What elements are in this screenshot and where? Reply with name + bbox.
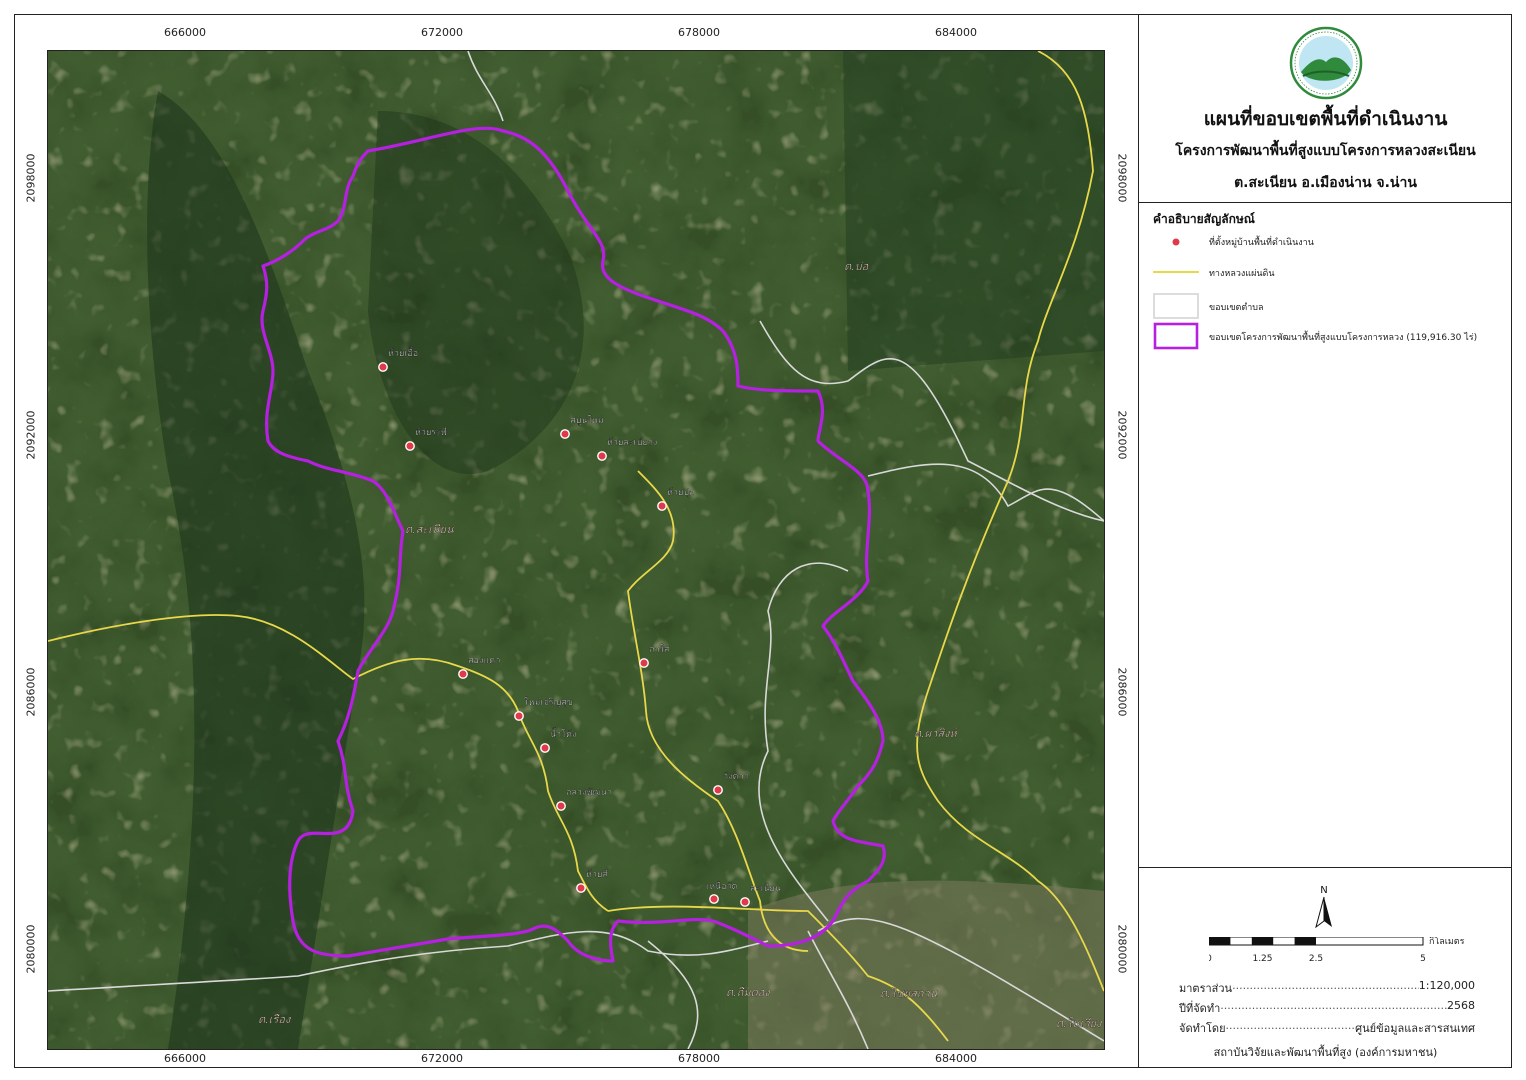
subdistrict-label-chai-sathan: ต.ไชยสถาน xyxy=(880,987,938,1000)
map-location: ต.สะเนียน อ.เมืองน่าน จ.น่าน xyxy=(1234,175,1417,191)
x-tick-bottom-3: 678000 xyxy=(678,1052,720,1065)
subdistrict-label-nai-wiang: ต.ในเวียง xyxy=(1056,1017,1103,1030)
legend-item-road: ทางหลวงแผ่นดิน xyxy=(1153,264,1503,292)
x-tick-top-4: 684000 xyxy=(935,26,977,39)
scale-bar: 0 1.25 2.5 5 กิโลเมตร xyxy=(1209,937,1465,964)
project-boundary-icon xyxy=(1153,322,1199,350)
svg-text:สองแคว: สองแคว xyxy=(468,656,500,666)
subdistrict-label-rueang: ต.เรือง xyxy=(258,1013,292,1026)
y-tick-left-1: 2098000 xyxy=(24,153,38,203)
institute-name: สถาบันวิจัยและพัฒนาพื้นที่สูง (องค์การมห… xyxy=(1213,1046,1438,1059)
svg-text:5: 5 xyxy=(1420,954,1426,964)
leader-dots: ........................................… xyxy=(1232,979,1419,992)
scale-block: N 0 1.25 2.5 5 กิโลเมตร มาตราส่วน ......… xyxy=(1139,867,1512,1068)
legend-title: คำอธิบายสัญลักษณ์ xyxy=(1153,212,1255,226)
village-marker-icon xyxy=(1171,237,1181,247)
forest-ridge-east xyxy=(843,51,1104,371)
road-line-icon xyxy=(1153,271,1199,273)
svg-text:เหนือวัด: เหนือวัด xyxy=(706,881,738,892)
x-tick-top-1: 666000 xyxy=(164,26,206,39)
svg-text:ห้วยปุก: ห้วยปุก xyxy=(667,487,694,498)
x-tick-bottom-2: 672000 xyxy=(421,1052,463,1065)
svg-text:2.5: 2.5 xyxy=(1309,954,1323,964)
leader-dots: ........................................… xyxy=(1220,999,1447,1012)
svg-text:กลางพัฒนา: กลางพัฒนา xyxy=(566,788,612,798)
north-arrow-icon: N xyxy=(1315,885,1332,929)
legend-item-village: ที่ตั้งหมู่บ้านพื้นที่ดำเนินงาน xyxy=(1153,232,1503,260)
svg-text:สบูนใหม่: สบูนใหม่ xyxy=(570,415,604,426)
subdistrict-label-pha-sing: ต.ผาสิงห์ xyxy=(914,727,960,740)
subdistrict-label-thuem-tong: ต.ถืมตอง xyxy=(726,986,771,999)
map-subtitle: โครงการพัฒนาพื้นที่สูงแบบโครงการหลวงสะเน… xyxy=(1175,143,1476,159)
legend: คำอธิบายสัญลักษณ์ ที่ตั้งหมู่บ้านพื้นที่… xyxy=(1139,202,1512,868)
info-label-author: จัดทำโดย xyxy=(1179,1022,1226,1035)
title-block: แผนที่ขอบเขตพื้นที่ดำเนินงาน โครงการพัฒน… xyxy=(1139,14,1512,203)
info-value-year: 2568 xyxy=(1447,999,1475,1012)
svg-text:กิโลเมตร: กิโลเมตร xyxy=(1429,937,1465,947)
svg-text:0: 0 xyxy=(1209,954,1212,964)
y-tick-left-2: 2092000 xyxy=(24,410,38,460)
x-tick-bottom-4: 684000 xyxy=(935,1052,977,1065)
x-tick-top-2: 672000 xyxy=(421,26,463,39)
y-tick-left-4: 2080000 xyxy=(24,924,38,974)
svg-text:1.25: 1.25 xyxy=(1252,954,1272,964)
x-tick-top-3: 678000 xyxy=(678,26,720,39)
legend-item-project: ขอบเขตโครงการพัฒนาพื้นที่สูงแบบโครงการหล… xyxy=(1153,322,1503,350)
subdistrict-label-sanian: ต.สะเนียน xyxy=(405,523,454,536)
x-tick-bottom-1: 666000 xyxy=(164,1052,206,1065)
info-label-scale: มาตราส่วน xyxy=(1179,982,1233,995)
y-tick-left-3: 2086000 xyxy=(24,667,38,717)
map-info-panel: แผนที่ขอบเขตพื้นที่ดำเนินงาน โครงการพัฒน… xyxy=(1138,14,1512,1068)
info-row-scale: มาตราส่วน ..............................… xyxy=(1179,979,1475,997)
svg-text:ใหม่เจริญสุข: ใหม่เจริญสุข xyxy=(524,697,573,708)
map-title: แผนที่ขอบเขตพื้นที่ดำเนินงาน xyxy=(1203,108,1448,130)
legend-label-road: ทางหลวงแผ่นดิน xyxy=(1209,269,1275,279)
info-value-author: ศูนย์ข้อมูลและสารสนเทศ xyxy=(1355,1022,1475,1035)
svg-text:สะเนียน: สะเนียน xyxy=(750,883,781,894)
subdistrict-boundary-icon xyxy=(1153,293,1199,319)
y-tick-right-4: 2080000 xyxy=(1115,924,1129,974)
y-tick-right-1: 2098000 xyxy=(1115,153,1129,203)
svg-text:วังคาว: วังคาว xyxy=(723,772,749,782)
info-row-year: ปีที่จัดทำ .............................… xyxy=(1179,999,1475,1017)
y-tick-right-2: 2092000 xyxy=(1115,410,1129,460)
institute-logo xyxy=(1289,26,1363,100)
y-tick-right-3: 2086000 xyxy=(1115,667,1129,717)
svg-text:ห้วยระพี: ห้วยระพี xyxy=(415,427,447,438)
legend-label-village: ที่ตั้งหมู่บ้านพื้นที่ดำเนินงาน xyxy=(1209,238,1314,248)
legend-label-project: ขอบเขตโครงการพัฒนาพื้นที่สูงแบบโครงการหล… xyxy=(1209,333,1478,343)
svg-text:ห้วยละเบ้ยาง: ห้วยละเบ้ยาง xyxy=(607,437,657,448)
legend-label-subdistrict: ขอบเขตตำบล xyxy=(1209,303,1264,313)
satellite-map: ห้วยเอื้อ ห้วยระพี สบูนใหม่ ห้วยละเบ้ยาง… xyxy=(48,51,1104,1049)
legend-item-subdistrict: ขอบเขตตำบล xyxy=(1153,292,1503,320)
info-row-author: จัดทำโดย ...............................… xyxy=(1179,1019,1475,1037)
info-value-scale: 1:120,000 xyxy=(1418,979,1475,992)
info-label-year: ปีที่จัดทำ xyxy=(1179,1002,1221,1015)
svg-text:กาใส: กาใส xyxy=(649,644,670,655)
svg-text:N: N xyxy=(1320,885,1327,896)
leader-dots: ........................................… xyxy=(1225,1019,1356,1032)
subdistrict-label-bo: ต.บ่อ xyxy=(844,260,869,273)
urban-area xyxy=(748,880,1104,1049)
map-frame[interactable]: ห้วยเอื้อ ห้วยระพี สบูนใหม่ ห้วยละเบ้ยาง… xyxy=(47,50,1105,1050)
